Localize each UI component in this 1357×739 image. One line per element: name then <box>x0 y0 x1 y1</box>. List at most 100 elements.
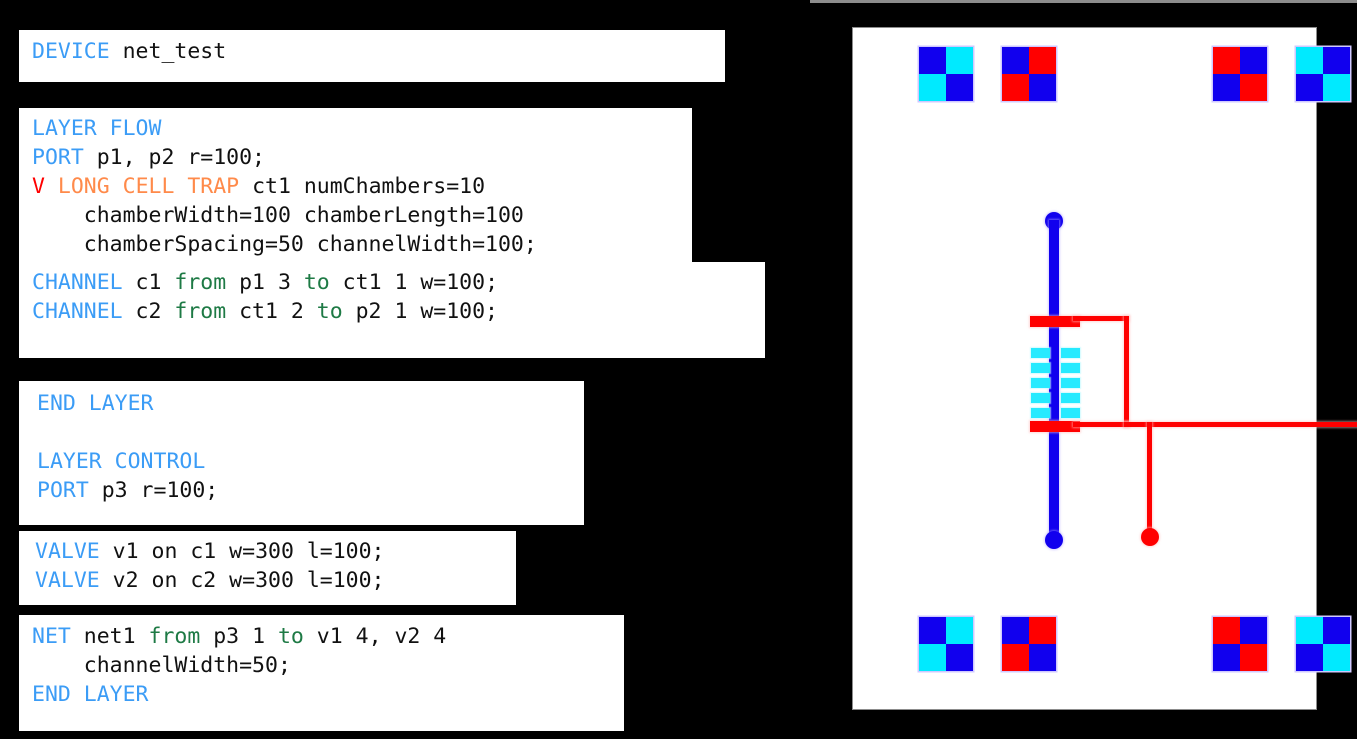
fiducial-cell <box>1240 47 1267 74</box>
fiducial-cell <box>1002 644 1029 671</box>
flow-channel-c1[interactable] <box>1049 220 1059 540</box>
fiducial-cell <box>1323 74 1350 101</box>
code-line: LAYER CONTROL <box>37 447 584 476</box>
net1-segment-main-horizontal[interactable] <box>1124 422 1357 427</box>
code-token: chamberWidth=100 chamberLength=100 <box>32 203 524 228</box>
code-token: chamberSpacing=50 channelWidth=100; <box>32 232 537 257</box>
fiducial-cell <box>946 617 973 644</box>
code-token: DEVICE <box>32 39 110 64</box>
fiducial-top-left-a <box>919 47 973 101</box>
fiducial-cell <box>1002 617 1029 644</box>
net1-segment-vertical-b[interactable] <box>1147 422 1152 534</box>
code-line: VALVE v1 on c1 w=300 l=100; <box>35 537 516 566</box>
code-token: VALVE <box>35 568 100 593</box>
code-token: c1 <box>122 270 175 295</box>
code-token: net1 <box>70 624 149 649</box>
code-token: LAYER FLOW <box>32 116 162 141</box>
code-line: NET net1 from p3 1 to v1 4, v2 4 <box>32 622 624 651</box>
code-token: p1 3 <box>226 270 304 295</box>
cell-trap-chamber[interactable] <box>1031 393 1050 403</box>
fiducial-cell <box>1323 617 1350 644</box>
cell-trap-chamber[interactable] <box>1031 348 1050 358</box>
fiducial-cell <box>1213 617 1240 644</box>
fiducial-bottom-right-a <box>1213 617 1267 671</box>
fiducial-top-left-b <box>1002 47 1056 101</box>
fiducial-cell <box>919 47 946 74</box>
end-layer-and-control-layer-block[interactable]: END LAYER LAYER CONTROL PORT p3 r=100; <box>19 381 584 525</box>
code-line: chamberWidth=100 chamberLength=100 <box>32 201 692 230</box>
code-token: v2 on c2 w=300 l=100; <box>99 568 385 593</box>
fiducial-top-right-a <box>1213 47 1267 101</box>
code-line: chamberSpacing=50 channelWidth=100; <box>32 230 692 259</box>
net1-segment-vertical-a[interactable] <box>1124 316 1129 427</box>
fiducial-cell <box>946 47 973 74</box>
code-token: PORT <box>32 145 84 170</box>
device-declaration-block[interactable]: DEVICE net_test <box>19 30 725 82</box>
code-pane: DEVICE net_test LAYER FLOW PORT p1, p2 r=… <box>0 0 810 739</box>
code-token: net_test <box>109 39 227 64</box>
fiducial-cell <box>919 617 946 644</box>
code-token: LONG CELL TRAP <box>57 174 240 199</box>
code-line: END LAYER <box>32 680 624 709</box>
code-token: LAYER CONTROL <box>37 449 206 474</box>
flow-layer-block[interactable]: LAYER FLOW PORT p1, p2 r=100; V LONG CELL … <box>19 108 692 268</box>
code-line: END LAYER <box>37 389 584 418</box>
code-token: p1, p2 r=100; <box>83 145 265 170</box>
code-token: ct1 2 <box>226 299 317 324</box>
channel-definitions-block[interactable]: CHANNEL c1 from p1 3 to ct1 1 w=100; CHAN… <box>19 262 765 358</box>
code-token: p3 r=100; <box>88 478 219 503</box>
fiducial-cell <box>1240 74 1267 101</box>
fiducial-cell <box>1240 617 1267 644</box>
code-token: CHANNEL <box>32 270 123 295</box>
fiducial-cell <box>919 644 946 671</box>
fiducial-cell <box>1323 47 1350 74</box>
code-line: channelWidth=50; <box>32 651 624 680</box>
code-token: to <box>316 299 343 324</box>
fiducial-cell <box>946 644 973 671</box>
fiducial-cell <box>1029 47 1056 74</box>
net1-segment-v1-horizontal[interactable] <box>1073 316 1129 321</box>
code-token: to <box>303 270 330 295</box>
code-token: END LAYER <box>32 682 149 707</box>
cell-trap-chamber[interactable] <box>1061 408 1080 418</box>
fiducial-cell <box>1240 644 1267 671</box>
fiducial-cell <box>1029 74 1056 101</box>
cell-trap-chamber[interactable] <box>1031 363 1050 373</box>
device-layout-pane <box>810 0 1357 739</box>
valve-definitions-block[interactable]: VALVE v1 on c1 w=300 l=100; VALVE v2 on c… <box>19 531 516 605</box>
code-token: VALVE <box>35 539 100 564</box>
cell-trap-chamber[interactable] <box>1061 363 1080 373</box>
cell-trap-chamber[interactable] <box>1031 408 1050 418</box>
fiducial-cell <box>1002 47 1029 74</box>
screenshot-root: DEVICE net_test LAYER FLOW PORT p1, p2 r=… <box>0 0 1357 739</box>
code-token: from <box>174 299 227 324</box>
code-token: p2 1 w=100; <box>342 299 499 324</box>
cell-trap-chamber[interactable] <box>1061 393 1080 403</box>
code-line: VALVE v2 on c2 w=300 l=100; <box>35 566 516 595</box>
code-token: PORT <box>37 478 89 503</box>
cell-trap-chamber[interactable] <box>1061 348 1080 358</box>
code-token: p3 1 <box>200 624 278 649</box>
cell-trap-chamber[interactable] <box>1031 378 1050 388</box>
fiducial-cell <box>1296 644 1323 671</box>
fiducial-bottom-left-a <box>919 617 973 671</box>
net1-segment-v2-horizontal[interactable] <box>1073 422 1129 427</box>
flow-port-p2[interactable] <box>1045 531 1063 549</box>
fiducial-top-right-b <box>1296 47 1350 101</box>
fiducial-cell <box>1323 644 1350 671</box>
fiducial-cell <box>946 74 973 101</box>
code-token: to <box>277 624 304 649</box>
device-canvas[interactable] <box>852 27 1357 710</box>
control-port-p3[interactable] <box>1141 528 1159 546</box>
fiducial-bottom-right-b <box>1296 617 1350 671</box>
code-token: c2 <box>122 299 175 324</box>
code-line: CHANNEL c2 from ct1 2 to p2 1 w=100; <box>32 297 765 326</box>
net-definition-block[interactable]: NET net1 from p3 1 to v1 4, v2 4 channel… <box>19 615 624 731</box>
fiducial-cell <box>1213 74 1240 101</box>
code-line: CHANNEL c1 from p1 3 to ct1 1 w=100; <box>32 268 765 297</box>
code-line: PORT p1, p2 r=100; <box>32 143 692 172</box>
cell-trap-chamber[interactable] <box>1061 378 1080 388</box>
fiducial-cell <box>1029 644 1056 671</box>
